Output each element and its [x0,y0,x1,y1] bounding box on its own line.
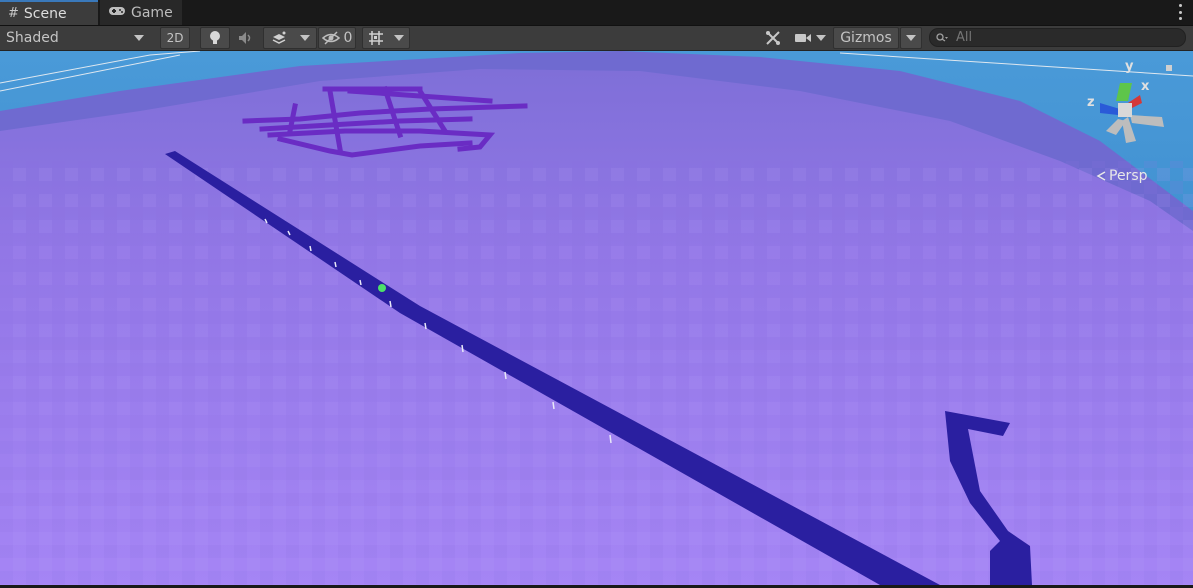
gizmos-dropdown[interactable] [900,27,922,49]
scene-render [0,51,1193,585]
scene-visibility-toggle[interactable]: 0 [318,27,356,49]
draw-mode-value: Shaded [6,30,59,46]
neg-x-cone [1130,115,1164,127]
search-field[interactable] [929,28,1186,47]
camera-settings-dropdown[interactable] [791,27,829,49]
audio-toggle-button[interactable] [232,27,260,49]
gizmo-center-cube [1118,103,1132,117]
scene-viewport[interactable]: y x z [0,51,1193,585]
axis-label-z: z [1087,95,1095,110]
neg-y-cone [1106,119,1126,135]
effects-dropdown[interactable] [263,27,317,49]
gizmos-button[interactable]: Gizmos [833,27,899,49]
search-input[interactable] [956,30,1156,45]
chevron-down-icon [906,35,916,41]
gizmos-label: Gizmos [840,30,892,46]
chevron-left-icon [1096,171,1106,181]
draw-mode-dropdown[interactable]: Shaded [0,27,152,49]
toggle-2d-button[interactable]: 2D [160,27,190,49]
toggle-2d-label: 2D [166,31,184,45]
terrain-texture [0,161,1193,585]
axis-label-y: y [1125,59,1134,74]
hidden-count: 0 [343,30,353,46]
projection-toggle[interactable]: Persp [1095,168,1148,184]
projection-label: Persp [1109,168,1148,184]
tab-game-label: Game [131,4,173,21]
tools-button[interactable] [760,27,786,49]
lightbulb-icon [210,31,220,44]
chevron-down-icon [299,35,310,41]
window-tab-bar: # Scene Game [0,0,1193,26]
layers-effects-icon [272,31,285,44]
more-options-icon[interactable] [1177,4,1183,20]
wrench-tools-icon [766,31,780,45]
axis-label-x: x [1141,79,1150,94]
tab-scene[interactable]: # Scene [0,0,98,25]
tab-game[interactable]: Game [100,0,182,25]
chevron-down-icon [816,35,826,41]
chevron-down-icon [394,35,404,41]
lighting-toggle-button[interactable] [200,27,230,49]
chevron-down-icon [134,35,144,41]
eye-hidden-icon [321,31,340,45]
selected-object [378,284,386,292]
search-icon [936,32,948,42]
z-axis-cone [1100,103,1120,115]
grid-icon [369,31,383,45]
tab-scene-label: Scene [23,5,67,22]
speaker-icon [239,32,251,44]
camera-icon [795,34,811,42]
lock-icon[interactable] [1166,65,1172,71]
grid-snap-dropdown[interactable] [362,27,410,49]
gamepad-icon [108,5,126,21]
grid-hash-icon: # [8,6,19,21]
y-axis-cone [1116,83,1132,101]
